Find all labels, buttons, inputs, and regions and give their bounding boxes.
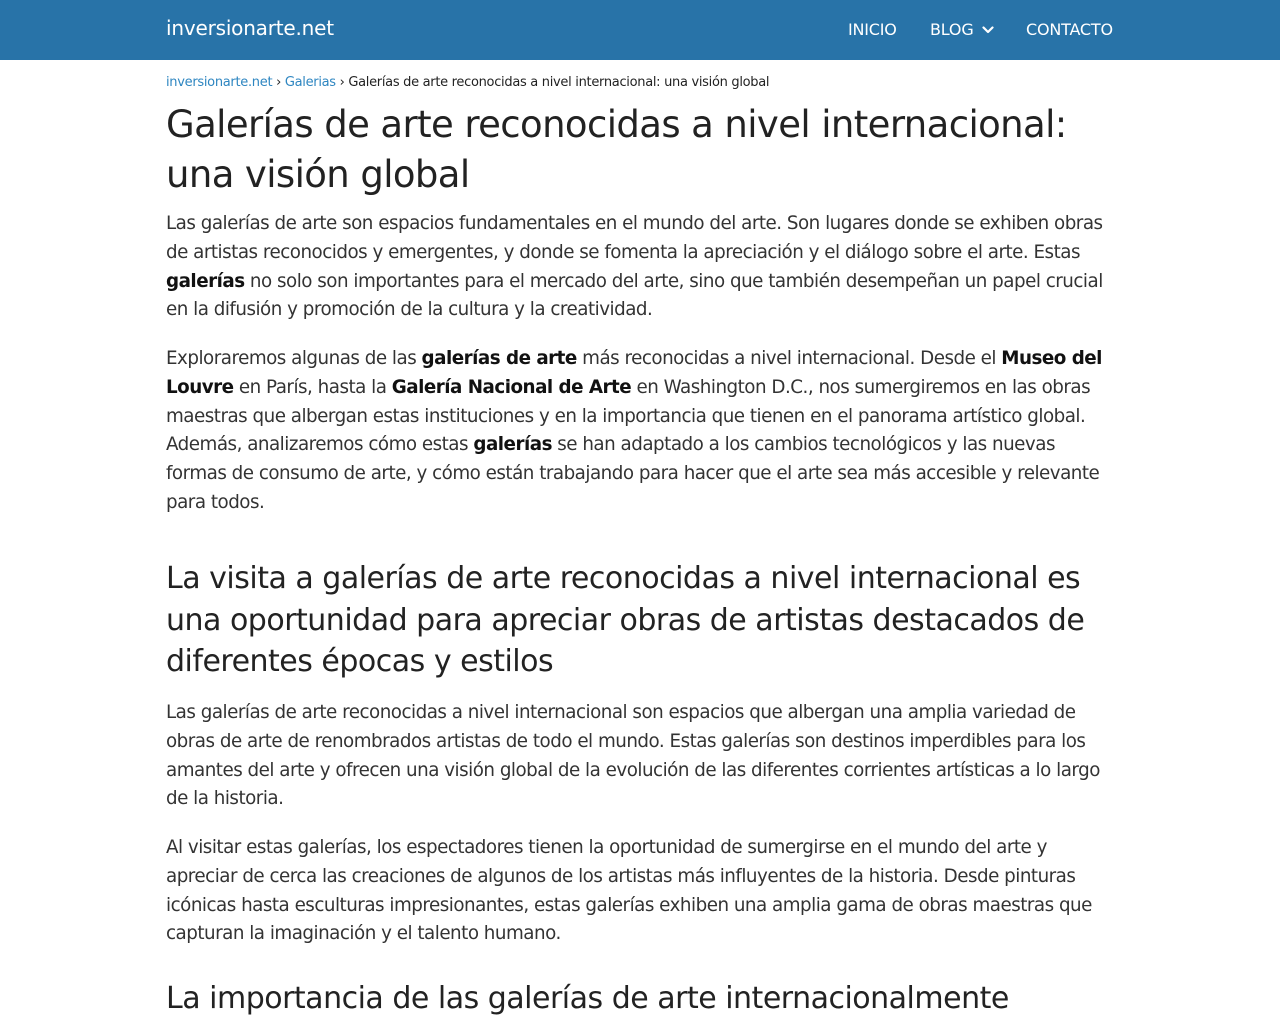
intro-paragraph: Las galerías de arte son espacios fundam… — [166, 210, 1116, 325]
section-heading: La importancia de las galerías de arte i… — [166, 981, 1009, 1016]
bold-term: galerías — [166, 270, 245, 292]
breadcrumb-current: Galerías de arte reconocidas a nivel int… — [348, 75, 770, 90]
paragraph-text: más reconocidas a nivel internacional. D… — [576, 348, 1002, 369]
paragraph-text: Las galerías de arte son espacios fundam… — [166, 213, 1103, 263]
section-heading: La visita a galerías de arte reconocidas… — [166, 561, 1085, 679]
paragraph-text: Exploraremos algunas de las — [166, 348, 422, 369]
section-paragraph: Las galerías de arte reconocidas a nivel… — [166, 702, 1100, 810]
nav-blog[interactable]: BLOG — [930, 20, 974, 39]
bold-term: galerías de arte — [421, 348, 578, 369]
breadcrumb-home-link[interactable]: inversionarte.net — [166, 75, 273, 90]
overview-paragraph: Exploraremos algunas de las galerías de … — [166, 345, 1116, 518]
paragraph-text: no solo son importantes para el mercado … — [166, 270, 1103, 321]
breadcrumb-separator: › — [276, 75, 285, 90]
section-paragraph: Al visitar estas galerías, los espectado… — [166, 837, 1092, 945]
paragraph-text: en París, hasta la — [233, 376, 392, 398]
chevron-down-icon[interactable] — [982, 26, 994, 34]
bold-term: galerías — [473, 434, 552, 456]
nav-inicio[interactable]: INICIO — [848, 20, 897, 39]
site-header: inversionarte.net INICIO BLOG CONTACTO — [0, 0, 1280, 60]
page-title: Galerías de arte reconocidas a nivel int… — [166, 103, 1067, 196]
site-logo-link[interactable]: inversionarte.net — [166, 16, 334, 40]
nav-contacto[interactable]: CONTACTO — [1026, 20, 1113, 39]
bold-term: Galería Nacional de Arte — [391, 376, 632, 398]
breadcrumb-category-link[interactable]: Galerias — [285, 75, 336, 90]
breadcrumb: inversionarte.net › Galerias › Galerías … — [166, 75, 1114, 90]
